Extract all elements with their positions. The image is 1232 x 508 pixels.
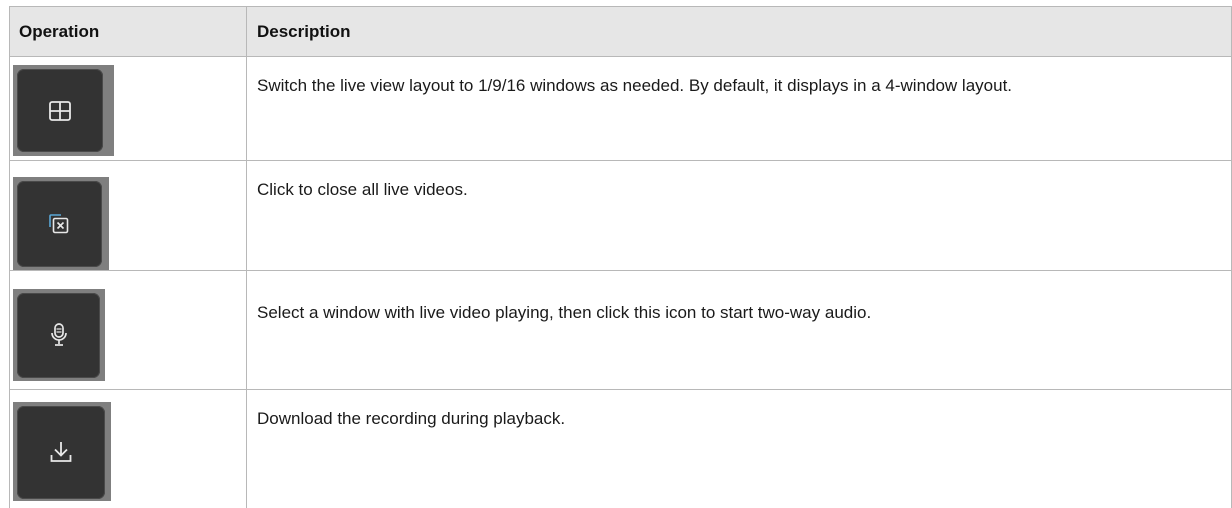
window-layout-grid-icon (49, 101, 71, 121)
table-border-top (9, 6, 1232, 7)
table-row-divider (9, 56, 1232, 57)
download-button[interactable] (17, 406, 105, 499)
window-layout-button[interactable] (17, 69, 103, 152)
table-row-divider (9, 389, 1232, 390)
close-all-videos-button[interactable] (17, 181, 102, 267)
two-way-audio-button[interactable] (17, 293, 100, 378)
microphone-icon (51, 323, 67, 346)
close-all-videos-icon (49, 214, 69, 234)
column-header-operation: Operation (19, 22, 100, 41)
row-description: Switch the live view layout to 1/9/16 wi… (257, 76, 1013, 95)
download-icon (50, 442, 72, 462)
table-column-divider (246, 6, 247, 508)
row-description: Download the recording during playback. (257, 409, 566, 428)
operation-table: Operation Description Switch the live vi… (0, 0, 1232, 508)
table-border-left (9, 6, 10, 508)
table-row-divider (9, 160, 1232, 161)
table-row-divider (9, 270, 1232, 271)
column-header-description: Description (257, 22, 351, 41)
row-description: Click to close all live videos. (257, 180, 468, 199)
table-header-row (9, 7, 1231, 56)
row-description: Select a window with live video playing,… (257, 303, 872, 322)
